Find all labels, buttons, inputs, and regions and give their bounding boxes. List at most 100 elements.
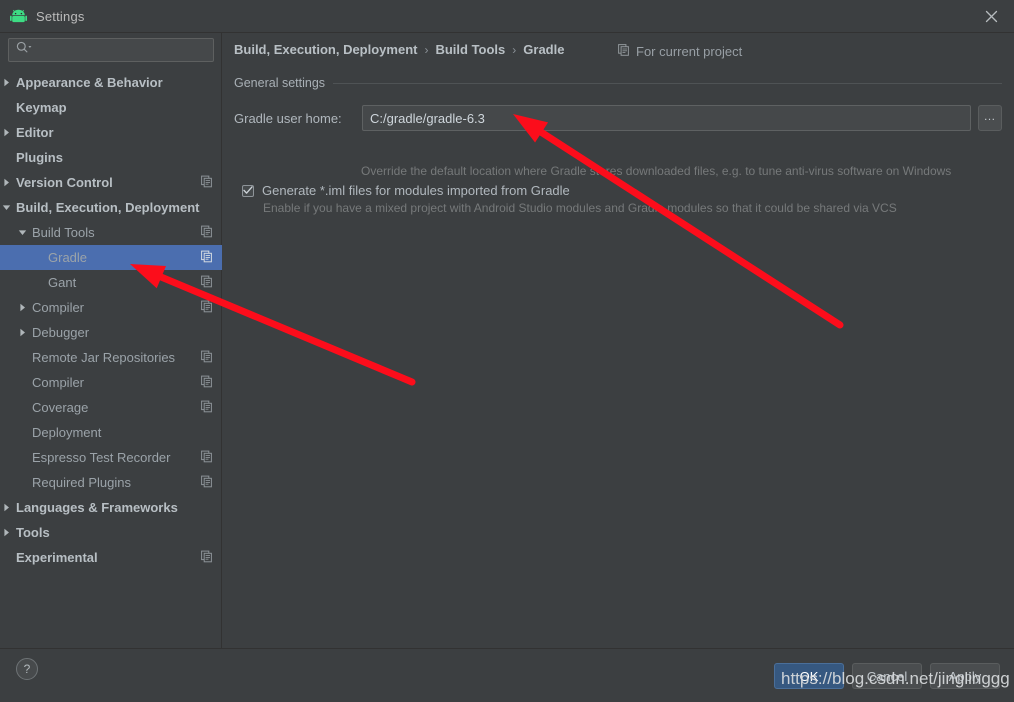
sidebar-item-label: Required Plugins (32, 475, 132, 490)
breadcrumb-item-0[interactable]: Build, Execution, Deployment (234, 42, 417, 57)
project-scope-note[interactable]: For current project (618, 44, 742, 59)
project-scope-label: For current project (636, 44, 743, 59)
gradle-user-home-hint: Override the default location where Grad… (361, 164, 952, 178)
sidebar-item-keymap[interactable]: Keymap (0, 95, 222, 120)
sidebar-item-gradle[interactable]: Gradle (0, 245, 222, 270)
project-scope-icon (201, 400, 213, 415)
sidebar-item-label: Tools (16, 525, 50, 540)
project-scope-icon (201, 300, 213, 315)
settings-sidebar: Appearance & Behavior Keymap Editor Plugins… (0, 33, 222, 648)
sidebar-item-label: Experimental (16, 550, 98, 565)
sidebar-item-label: Compiler (32, 300, 85, 315)
sidebar-item-remote-jar-repositories[interactable]: Remote Jar Repositories (0, 345, 222, 370)
section-title: General settings (234, 76, 326, 90)
sidebar-item-label: Build, Execution, Deployment (16, 200, 200, 215)
chevron-right-icon[interactable] (0, 520, 13, 545)
sidebar-item-coverage[interactable]: Coverage (0, 395, 222, 420)
sidebar-item-build-tools[interactable]: Build Tools (0, 220, 222, 245)
sidebar-item-required-plugins[interactable]: Required Plugins (0, 470, 222, 495)
sidebar-item-label: Gant (48, 275, 77, 290)
sidebar-item-editor[interactable]: Editor (0, 120, 222, 145)
search-field-wrapper[interactable] (8, 38, 214, 62)
project-scope-icon (201, 475, 213, 490)
project-scope-icon (201, 375, 213, 390)
sidebar-item-languages-frameworks[interactable]: Languages & Frameworks (0, 495, 222, 520)
help-button[interactable]: ? (16, 658, 38, 680)
sidebar-item-label: Appearance & Behavior (16, 75, 163, 90)
generate-iml-checkbox[interactable] (242, 184, 254, 197)
section-divider (333, 82, 1002, 84)
breadcrumb-item-1[interactable]: Build Tools (435, 42, 505, 57)
sidebar-item-label: Compiler (32, 375, 85, 390)
dialog-button-group: OK Cancel Apply (774, 663, 1000, 689)
project-scope-icon (201, 225, 213, 240)
settings-tree: Appearance & Behavior Keymap Editor Plugins… (0, 70, 222, 570)
sidebar-item-espresso-test-recorder[interactable]: Espresso Test Recorder (0, 445, 222, 470)
sidebar-item-tools[interactable]: Tools (0, 520, 222, 545)
breadcrumb: Build, Execution, Deployment › Build Too… (234, 42, 564, 57)
chevron-right-icon[interactable] (0, 170, 13, 195)
sidebar-item-label: Debugger (32, 325, 90, 340)
generate-iml-label: Generate *.iml files for modules importe… (262, 183, 570, 198)
cancel-button[interactable]: Cancel (852, 663, 922, 689)
sidebar-item-debugger[interactable]: Debugger (0, 320, 222, 345)
project-scope-icon (201, 250, 213, 265)
title-bar: Settings (0, 0, 1014, 33)
settings-dialog: Settings Appearance & Behavior Keymap Edit… (0, 0, 1014, 702)
sidebar-item-version-control[interactable]: Version Control (0, 170, 222, 195)
gradle-user-home-row: Gradle user home: … (234, 105, 1002, 131)
general-settings-section-header: General settings (234, 75, 1002, 91)
chevron-right-icon[interactable] (16, 320, 29, 345)
project-scope-icon (618, 44, 630, 59)
window-title: Settings (36, 9, 85, 24)
gradle-user-home-label: Gradle user home: (234, 110, 342, 126)
chevron-down-icon[interactable] (0, 195, 13, 220)
sidebar-item-gant[interactable]: Gant (0, 270, 222, 295)
sidebar-item-label: Deployment (32, 425, 102, 440)
sidebar-item-label: Version Control (16, 175, 113, 190)
sidebar-item-appearance-behavior[interactable]: Appearance & Behavior (0, 70, 222, 95)
chevron-down-icon[interactable] (16, 220, 29, 245)
ok-button[interactable]: OK (774, 663, 844, 689)
sidebar-item-experimental[interactable]: Experimental (0, 545, 222, 570)
chevron-right-icon[interactable] (0, 495, 13, 520)
generate-iml-hint: Enable if you have a mixed project with … (263, 201, 897, 215)
sidebar-item-label: Plugins (16, 150, 63, 165)
sidebar-item-plugins[interactable]: Plugins (0, 145, 222, 170)
sidebar-item-deployment[interactable]: Deployment (0, 420, 222, 445)
project-scope-icon (201, 550, 213, 565)
chevron-right-icon[interactable] (0, 70, 13, 95)
generate-iml-checkbox-row[interactable]: Generate *.iml files for modules importe… (242, 183, 570, 198)
sidebar-item-compiler[interactable]: Compiler (0, 370, 222, 395)
project-scope-icon (201, 175, 213, 190)
browse-button[interactable]: … (978, 105, 1002, 131)
sidebar-item-label: Espresso Test Recorder (32, 450, 171, 465)
breadcrumb-separator-0: › (424, 42, 429, 57)
close-icon[interactable] (968, 0, 1014, 33)
sidebar-item-label: Editor (16, 125, 54, 140)
gradle-user-home-input[interactable] (362, 105, 971, 131)
sidebar-item-build-execution-deployment[interactable]: Build, Execution, Deployment (0, 195, 222, 220)
chevron-right-icon[interactable] (0, 120, 13, 145)
sidebar-item-compiler[interactable]: Compiler (0, 295, 222, 320)
sidebar-item-label: Build Tools (32, 225, 95, 240)
dialog-footer: ? OK Cancel Apply (0, 648, 1014, 702)
project-scope-icon (201, 275, 213, 290)
breadcrumb-item-2[interactable]: Gradle (523, 42, 564, 57)
title-bar-left: Settings (10, 0, 85, 33)
breadcrumb-separator-1: › (512, 42, 517, 57)
chevron-right-icon[interactable] (16, 295, 29, 320)
search-input[interactable] (8, 38, 214, 62)
apply-button[interactable]: Apply (930, 663, 1000, 689)
sidebar-item-label: Gradle (48, 250, 88, 265)
sidebar-item-label: Keymap (16, 100, 67, 115)
